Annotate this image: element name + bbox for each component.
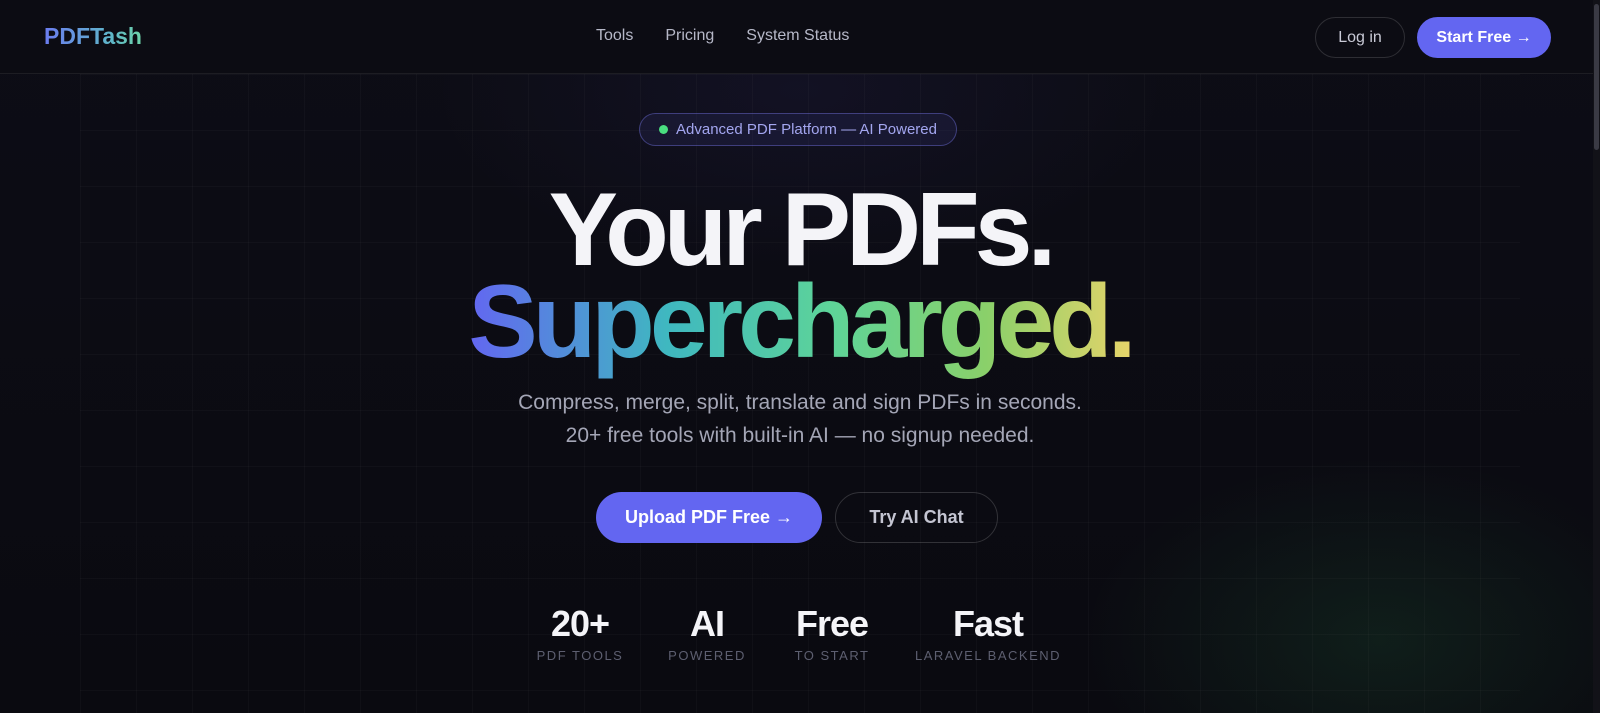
stat-value: 20+ bbox=[550, 603, 610, 644]
upload-pdf-button[interactable]: Upload PDF Free → bbox=[596, 492, 822, 543]
hero-subtitle-line2: 20+ free tools with built-in AI — no sig… bbox=[565, 424, 1035, 447]
stat-value: AI bbox=[689, 603, 725, 644]
nav-link-system-status[interactable]: System Status bbox=[746, 27, 849, 45]
hero-title-line2: Supercharged. bbox=[0, 270, 1600, 374]
stat-pdf-tools: 20+ PDF TOOLS bbox=[536, 603, 624, 664]
hero-title-gradient-text: Supercharged. bbox=[468, 264, 1136, 380]
stat-label: TO START bbox=[794, 648, 870, 663]
stat-ai-powered: AI POWERED bbox=[668, 603, 746, 664]
stat-label: POWERED bbox=[668, 648, 746, 663]
scrollbar-thumb[interactable] bbox=[1594, 4, 1599, 150]
status-dot-icon bbox=[659, 125, 669, 134]
landing-page: PDFTash Tools Pricing System Status Log … bbox=[0, 0, 1600, 713]
badge-text: Advanced PDF Platform — AI Powered bbox=[676, 121, 937, 138]
logo[interactable]: PDFTash bbox=[44, 23, 142, 50]
nav-links: Tools Pricing System Status bbox=[596, 27, 849, 45]
stat-value: Fast bbox=[952, 603, 1024, 644]
page-scrollbar[interactable] bbox=[1593, 0, 1600, 713]
start-free-button[interactable]: Start Free → bbox=[1417, 17, 1551, 58]
top-nav: PDFTash Tools Pricing System Status Log … bbox=[0, 0, 1600, 74]
stat-label: LARAVEL BACKEND bbox=[914, 648, 1062, 663]
stat-fast: Fast LARAVEL BACKEND bbox=[914, 603, 1062, 664]
stat-value: Free bbox=[795, 603, 869, 644]
stat-free: Free TO START bbox=[794, 603, 870, 664]
login-button[interactable]: Log in bbox=[1315, 17, 1405, 58]
stat-label: PDF TOOLS bbox=[536, 648, 624, 663]
hero-subtitle-line1: Compress, merge, split, translate and si… bbox=[518, 391, 1082, 414]
nav-link-tools[interactable]: Tools bbox=[596, 27, 633, 45]
try-ai-chat-button[interactable]: Try AI Chat bbox=[835, 492, 998, 543]
nav-link-pricing[interactable]: Pricing bbox=[665, 27, 714, 45]
announcement-badge: Advanced PDF Platform — AI Powered bbox=[639, 113, 957, 146]
